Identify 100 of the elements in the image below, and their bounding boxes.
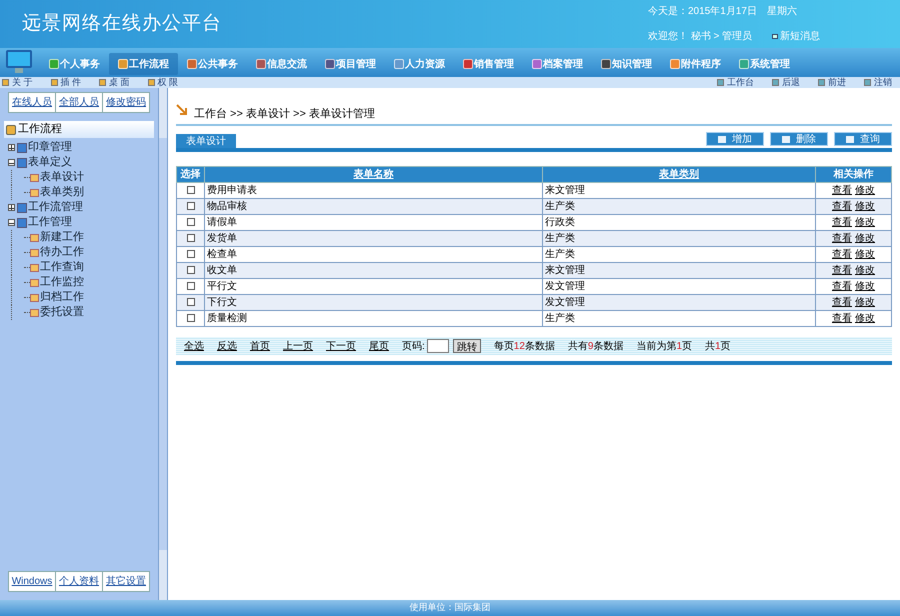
tree-item[interactable]: 待办工作 bbox=[40, 244, 84, 261]
section-tab[interactable]: 表单设计 bbox=[176, 134, 236, 148]
node-icon bbox=[17, 142, 27, 152]
toolbar-icon bbox=[50, 79, 58, 86]
toolbar-icon bbox=[864, 79, 871, 86]
button-icon bbox=[718, 136, 726, 142]
row-link[interactable]: 修改 bbox=[855, 217, 875, 228]
checkbox[interactable] bbox=[186, 282, 194, 290]
sidebar-link[interactable]: 个人资料 bbox=[55, 572, 102, 591]
pager-stat: 共1页 bbox=[705, 340, 731, 354]
tree-item[interactable]: 表单类别 bbox=[40, 184, 84, 201]
sidebar-link[interactable]: 全部人员 bbox=[55, 93, 102, 112]
toolbar-link[interactable]: 关 于 bbox=[12, 76, 33, 90]
tree-item[interactable]: 归档工作 bbox=[40, 289, 84, 306]
row-link[interactable]: 查看 bbox=[832, 313, 852, 324]
pager-link[interactable]: 全选 bbox=[184, 338, 204, 354]
toolbar-icon bbox=[818, 79, 825, 86]
pager-link[interactable]: 反选 bbox=[217, 338, 237, 354]
go-button[interactable]: 跳转 bbox=[452, 339, 481, 353]
row-link[interactable]: 修改 bbox=[855, 265, 875, 276]
row-link[interactable]: 修改 bbox=[855, 201, 875, 212]
toolbar-icon bbox=[99, 79, 106, 86]
toolbar-icon bbox=[772, 79, 779, 86]
action-button[interactable]: 删除 bbox=[770, 132, 828, 146]
row-link[interactable]: 查看 bbox=[832, 265, 852, 276]
pager-stat: 当前为第1页 bbox=[636, 340, 692, 354]
pager-link[interactable]: 首页 bbox=[250, 338, 270, 354]
nav-tab[interactable]: 工作流程 bbox=[109, 53, 178, 75]
checkbox[interactable] bbox=[186, 298, 194, 306]
pager-link[interactable]: 尾页 bbox=[369, 338, 389, 354]
pager-stat: 每页12条数据 bbox=[494, 340, 555, 354]
node-icon bbox=[17, 218, 27, 228]
tree-item[interactable]: 工作查询 bbox=[40, 259, 84, 276]
column-header: 选择 bbox=[176, 166, 204, 182]
toggle-icon[interactable] bbox=[8, 144, 15, 151]
pager-link[interactable]: 上一页 bbox=[283, 338, 313, 354]
column-header[interactable]: 表单名称 bbox=[204, 166, 542, 182]
toolbar-link[interactable]: 插 件 bbox=[60, 76, 82, 90]
sidebar-link[interactable]: 在线人员 bbox=[9, 93, 55, 112]
nav-icon bbox=[601, 59, 611, 69]
tree-item[interactable]: 委托设置 bbox=[40, 304, 84, 321]
row-link[interactable]: 修改 bbox=[855, 233, 875, 244]
toolbar-link[interactable]: 权 限 bbox=[158, 76, 178, 90]
toolbar-link[interactable]: 注销 bbox=[874, 76, 892, 90]
tree-item[interactable]: 工作流管理 bbox=[28, 199, 83, 216]
row-link[interactable]: 修改 bbox=[855, 185, 875, 196]
tree-item[interactable]: 工作监控 bbox=[40, 274, 84, 291]
page-input[interactable] bbox=[426, 339, 449, 353]
checkbox[interactable] bbox=[186, 266, 194, 274]
checkbox[interactable] bbox=[186, 234, 194, 242]
toggle-icon[interactable] bbox=[8, 204, 15, 211]
toggle-icon[interactable] bbox=[8, 219, 15, 226]
app-title: 远景网络在线办公平台 bbox=[22, 12, 222, 36]
row-link[interactable]: 修改 bbox=[855, 297, 875, 308]
button-icon bbox=[846, 136, 854, 142]
welcome-text: 欢迎您！ 秘书 > 管理员 bbox=[648, 30, 752, 44]
folder-icon bbox=[6, 124, 16, 134]
sidebar-link[interactable]: Windows bbox=[9, 572, 55, 591]
checkbox[interactable] bbox=[186, 314, 194, 322]
row-link[interactable]: 查看 bbox=[832, 281, 852, 292]
row-link[interactable]: 修改 bbox=[855, 249, 875, 260]
pager-link[interactable]: 下一页 bbox=[326, 338, 356, 354]
nav-icon bbox=[394, 59, 404, 69]
tree-item[interactable]: 工作管理 bbox=[28, 214, 72, 231]
table-cell: 质量检测 bbox=[204, 310, 542, 326]
nav-icon bbox=[532, 59, 542, 69]
nav-icon bbox=[187, 59, 197, 69]
action-button[interactable]: 增加 bbox=[706, 132, 764, 146]
row-link[interactable]: 查看 bbox=[832, 201, 852, 212]
nav-icon bbox=[463, 59, 473, 69]
toolbar-link[interactable]: 前进 bbox=[828, 76, 846, 90]
row-link[interactable]: 修改 bbox=[855, 281, 875, 292]
checkbox[interactable] bbox=[186, 186, 194, 194]
tree-item[interactable]: 表单设计 bbox=[40, 169, 84, 186]
sidebar-link[interactable]: 修改密码 bbox=[102, 93, 149, 112]
checkbox[interactable] bbox=[186, 218, 194, 226]
column-header[interactable]: 表单类别 bbox=[542, 166, 816, 182]
nav-icon bbox=[325, 59, 335, 69]
tree-item[interactable]: 印章管理 bbox=[28, 139, 72, 156]
row-link[interactable]: 查看 bbox=[832, 249, 852, 260]
nav-icon bbox=[670, 59, 680, 69]
nav-icon bbox=[49, 59, 59, 69]
row-link[interactable]: 查看 bbox=[832, 297, 852, 308]
footer-text: 使用单位：国际集团 bbox=[0, 600, 900, 616]
toolbar-link[interactable]: 工作台 bbox=[727, 76, 754, 90]
toolbar-link[interactable]: 桌 面 bbox=[109, 76, 130, 90]
sidebar-link[interactable]: 其它设置 bbox=[102, 572, 149, 591]
tree-title: 工作流程 bbox=[18, 122, 62, 138]
toolbar-link[interactable]: 后退 bbox=[782, 76, 800, 90]
checkbox[interactable] bbox=[186, 250, 194, 258]
checkbox[interactable] bbox=[186, 202, 194, 210]
row-link[interactable]: 查看 bbox=[832, 233, 852, 244]
row-link[interactable]: 修改 bbox=[855, 313, 875, 324]
tree-item[interactable]: 表单定义 bbox=[28, 154, 72, 171]
action-button[interactable]: 查询 bbox=[834, 132, 892, 146]
toolbar-icon bbox=[148, 79, 155, 86]
row-link[interactable]: 查看 bbox=[832, 217, 852, 228]
row-link[interactable]: 查看 bbox=[832, 185, 852, 196]
tree-item[interactable]: 新建工作 bbox=[40, 229, 84, 246]
toggle-icon[interactable] bbox=[8, 159, 15, 166]
